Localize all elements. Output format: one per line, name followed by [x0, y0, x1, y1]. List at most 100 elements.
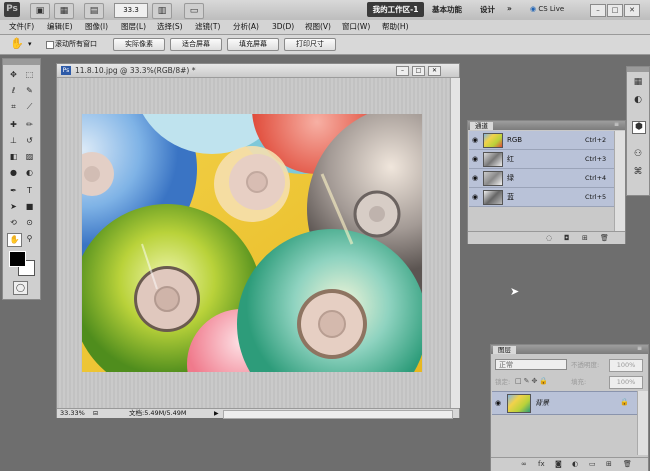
- fill-screen-button[interactable]: 填充屏幕: [227, 38, 279, 51]
- horizontal-scrollbar[interactable]: [223, 410, 453, 419]
- menu-select[interactable]: 选择(S): [157, 21, 183, 33]
- channels-panel-menu-icon[interactable]: ≡: [614, 121, 619, 128]
- delete-channel-icon[interactable]: 🗑: [600, 233, 609, 243]
- status-menu-arrow-icon[interactable]: ▶: [214, 409, 219, 418]
- eye-icon[interactable]: ◉: [472, 155, 478, 163]
- gradient-tool-icon[interactable]: ▨: [23, 151, 36, 163]
- quick-mask-icon[interactable]: ◯: [13, 281, 28, 295]
- bridge-icon[interactable]: ▣: [30, 3, 50, 19]
- save-selection-icon[interactable]: ◘: [564, 233, 570, 243]
- layer-style-icon[interactable]: fx: [538, 459, 545, 469]
- add-mask-icon[interactable]: ◙: [555, 459, 562, 469]
- channels-tab[interactable]: 通道: [470, 122, 493, 130]
- menu-help[interactable]: 帮助(H): [382, 21, 409, 33]
- 3d-camera-tool-icon[interactable]: ⊙: [23, 217, 36, 229]
- pen-tool-icon[interactable]: ✒: [7, 185, 20, 197]
- hand-tool-preset-icon[interactable]: ✋: [10, 37, 24, 50]
- history-brush-tool-icon[interactable]: ↺: [23, 135, 36, 147]
- delete-layer-icon[interactable]: 🗑: [623, 459, 632, 469]
- lasso-tool-icon[interactable]: ℓ: [7, 85, 20, 97]
- clone-stamp-tool-icon[interactable]: ⊥: [7, 135, 20, 147]
- masks-panel-icon[interactable]: ⚇: [632, 149, 644, 160]
- 3d-panel-icon[interactable]: ⬢: [632, 121, 646, 134]
- menu-edit[interactable]: 编辑(E): [47, 21, 73, 33]
- vertical-scrollbar[interactable]: [450, 78, 460, 408]
- styles-panel-icon[interactable]: ⌘: [632, 167, 644, 178]
- new-layer-icon[interactable]: ⊞: [606, 459, 612, 469]
- workspace-design-button[interactable]: 设计: [480, 4, 495, 15]
- eyedropper-tool-icon[interactable]: ⟋: [23, 101, 36, 113]
- view-extras-icon[interactable]: ▤: [84, 3, 104, 19]
- more-workspaces-button[interactable]: »: [507, 4, 512, 13]
- adjustment-layer-icon[interactable]: ◐: [572, 459, 578, 469]
- layers-scrollbar[interactable]: [637, 391, 648, 455]
- fill-field[interactable]: 100%: [609, 376, 643, 389]
- foreground-color-swatch[interactable]: [9, 251, 26, 267]
- zoom-level-field[interactable]: 33.3: [114, 3, 148, 18]
- layers-panel-header[interactable]: 图层 ≡: [491, 345, 648, 354]
- eye-icon[interactable]: ◉: [472, 193, 478, 201]
- path-selection-tool-icon[interactable]: ➤: [7, 201, 20, 213]
- menu-layer[interactable]: 图层(L): [121, 21, 146, 33]
- channel-row-green[interactable]: ◉ 绿 Ctrl+4: [469, 169, 614, 188]
- menu-image[interactable]: 图像(I): [85, 21, 108, 33]
- menu-file[interactable]: 文件(F): [9, 21, 34, 33]
- zoom-tool-icon[interactable]: ⚲: [23, 233, 36, 245]
- brush-tool-icon[interactable]: ✏: [23, 119, 36, 131]
- channel-row-red[interactable]: ◉ 红 Ctrl+3: [469, 150, 614, 169]
- menu-window[interactable]: 窗口(W): [342, 21, 370, 33]
- mini-bridge-icon[interactable]: ▦: [54, 3, 74, 19]
- marquee-tool-icon[interactable]: ⬚: [23, 69, 36, 81]
- menu-analysis[interactable]: 分析(A): [233, 21, 259, 33]
- eye-icon[interactable]: ◉: [472, 174, 478, 182]
- doc-close-button[interactable]: ✕: [428, 66, 441, 76]
- channels-panel-header[interactable]: 通道 ≡: [468, 121, 625, 130]
- minimize-button[interactable]: –: [590, 4, 606, 17]
- icon-column-header[interactable]: [627, 67, 649, 72]
- channel-row-blue[interactable]: ◉ 蓝 Ctrl+5: [469, 188, 614, 207]
- eye-icon[interactable]: ◉: [472, 136, 478, 144]
- lock-options[interactable]: □✎✥🔒: [515, 376, 550, 386]
- maximize-button[interactable]: □: [607, 4, 623, 17]
- layer-row-background[interactable]: ◉ 背景 🔒: [492, 391, 637, 415]
- eye-icon[interactable]: ◉: [495, 399, 501, 407]
- 3d-rotate-tool-icon[interactable]: ⟲: [7, 217, 20, 229]
- status-export-icon[interactable]: ⊟: [93, 409, 98, 418]
- actual-pixels-button[interactable]: 实际像素: [113, 38, 165, 51]
- menu-view[interactable]: 视图(V): [305, 21, 331, 33]
- link-layers-icon[interactable]: ∞: [521, 459, 527, 469]
- crop-tool-icon[interactable]: ⌗: [7, 101, 20, 113]
- healing-brush-tool-icon[interactable]: ✚: [7, 119, 20, 131]
- workspace-active-button[interactable]: 我的工作区-1: [367, 2, 424, 17]
- preset-dropdown-icon[interactable]: ▾: [28, 40, 32, 48]
- document-title-bar[interactable]: Ps 11.8.10.jpg @ 33.3%(RGB/8#) * – □ ✕: [57, 64, 459, 78]
- new-channel-icon[interactable]: ⊞: [582, 233, 588, 243]
- menu-filter[interactable]: 滤镜(T): [195, 21, 220, 33]
- document-zoom-readout[interactable]: 33.33%: [60, 409, 85, 418]
- menu-3d[interactable]: 3D(D): [272, 21, 294, 33]
- type-tool-icon[interactable]: T: [23, 185, 36, 197]
- screen-mode-icon[interactable]: ▭: [184, 3, 204, 19]
- blend-mode-select[interactable]: 正常: [495, 359, 567, 370]
- quick-select-tool-icon[interactable]: ✎: [23, 85, 36, 97]
- print-size-button[interactable]: 打印尺寸: [284, 38, 336, 51]
- channels-scrollbar[interactable]: [614, 131, 625, 231]
- layers-tab[interactable]: 图层: [493, 346, 516, 354]
- close-button[interactable]: ✕: [624, 4, 640, 17]
- color-panel-icon[interactable]: ▦: [632, 77, 644, 88]
- blur-tool-icon[interactable]: ●: [7, 167, 20, 179]
- new-group-icon[interactable]: ▭: [589, 459, 596, 469]
- move-tool-icon[interactable]: ✥: [7, 69, 20, 81]
- load-selection-icon[interactable]: ◌: [546, 233, 552, 243]
- hand-tool-icon[interactable]: ✋: [7, 233, 22, 247]
- tools-panel-header[interactable]: [3, 59, 40, 65]
- fit-screen-button[interactable]: 适合屏幕: [170, 38, 222, 51]
- doc-maximize-button[interactable]: □: [412, 66, 425, 76]
- channel-row-rgb[interactable]: ◉ RGB Ctrl+2: [469, 131, 614, 150]
- doc-minimize-button[interactable]: –: [396, 66, 409, 76]
- adjustments-panel-icon[interactable]: ◐: [632, 95, 644, 106]
- shape-tool-icon[interactable]: ■: [23, 201, 36, 213]
- cs-live-button[interactable]: ◉ CS Live: [530, 3, 580, 16]
- opacity-field[interactable]: 100%: [609, 359, 643, 372]
- scroll-all-windows-checkbox[interactable]: [46, 41, 54, 49]
